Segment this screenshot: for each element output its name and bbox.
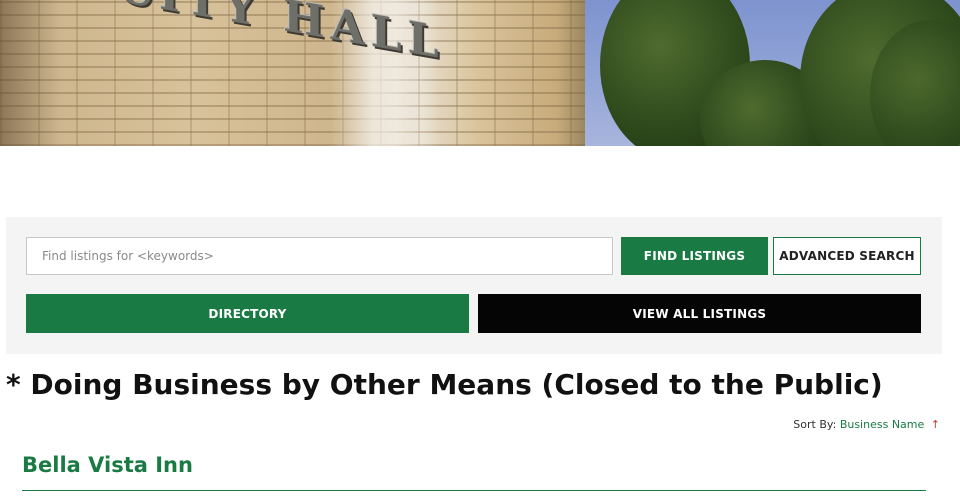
search-input[interactable] — [26, 237, 613, 275]
directory-button[interactable]: DIRECTORY — [26, 294, 469, 333]
page-title: * Doing Business by Other Means (Closed … — [6, 368, 883, 401]
sort-label: Sort By: — [793, 418, 837, 431]
sort-business-name-link[interactable]: Business Name — [840, 418, 924, 431]
view-all-listings-button[interactable]: VIEW ALL LISTINGS — [478, 294, 921, 333]
find-listings-button[interactable]: FIND LISTINGS — [621, 237, 768, 275]
listing-divider — [22, 490, 926, 491]
hero-banner: CITY HALL — [0, 0, 960, 146]
listing-title-link[interactable]: Bella Vista Inn — [22, 453, 193, 477]
search-panel: FIND LISTINGS ADVANCED SEARCH DIRECTORY … — [6, 217, 942, 354]
wall-shadow — [0, 0, 60, 146]
sort-ascending-arrow-icon[interactable]: ↑ — [931, 418, 940, 431]
advanced-search-button[interactable]: ADVANCED SEARCH — [773, 237, 921, 275]
sort-control: Sort By: Business Name ↑ — [793, 418, 940, 431]
